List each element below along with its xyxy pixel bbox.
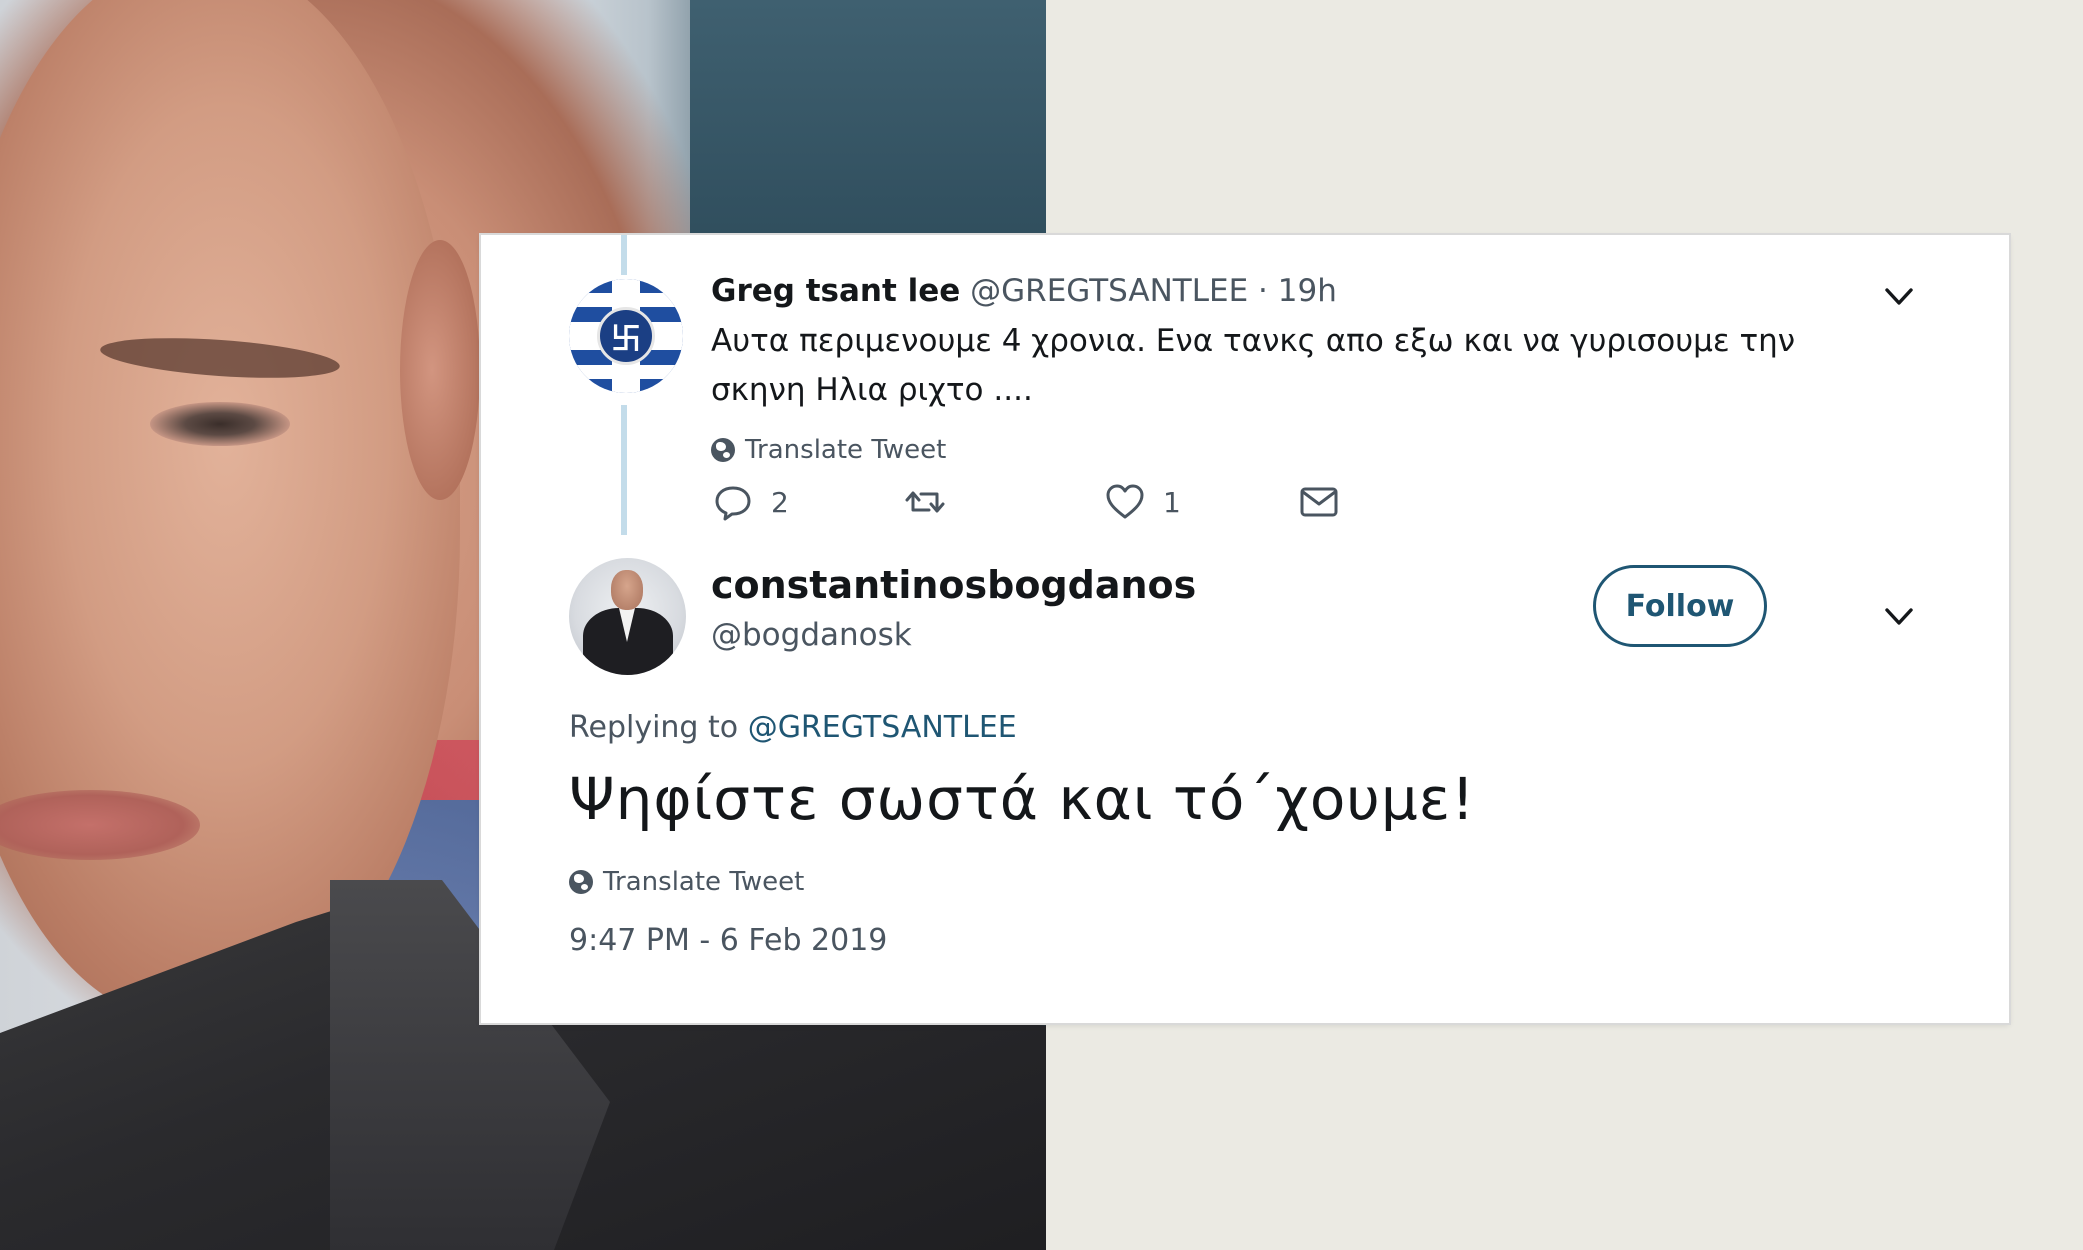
replying-to: Replying to @GREGTSANTLEE — [569, 710, 1017, 745]
avatar-gregtsantlee[interactable]: 卐 — [569, 279, 683, 393]
like-count: 1 — [1163, 485, 1181, 519]
parent-author-handle[interactable]: @GREGTSANTLEE — [970, 273, 1248, 309]
translate-tweet-label: Translate Tweet — [745, 435, 947, 465]
chevron-down-icon[interactable] — [1879, 597, 1919, 637]
reply-tweet-text: Ψηφίστε σωστά και τό΄χουμε! — [569, 765, 1476, 833]
parent-tweet-text: Αυτα περιμενουμε 4 χρονια. Ενα τανκς απο… — [711, 323, 1796, 408]
photo-eye — [150, 402, 290, 446]
heart-icon — [1106, 484, 1144, 519]
reply-button[interactable]: 2 — [711, 480, 789, 524]
like-button[interactable]: 1 — [1103, 480, 1181, 524]
globe-icon — [569, 870, 593, 894]
emblem-icon: 卐 — [597, 307, 655, 365]
reply-icon — [715, 486, 751, 521]
parent-author-name[interactable]: Greg tsant lee — [711, 273, 960, 309]
avatar-bogdanosk[interactable] — [569, 558, 686, 675]
retweet-button[interactable] — [903, 480, 963, 524]
thread-line-lower — [621, 405, 627, 535]
replying-to-label: Replying to — [569, 710, 739, 745]
tweet-timestamp[interactable]: 9:47 PM - 6 Feb 2019 — [569, 923, 887, 958]
reply-author-handle[interactable]: @bogdanosk — [711, 617, 912, 653]
parent-author-row: Greg tsant lee @GREGTSANTLEE · 19h — [711, 273, 1337, 309]
tweet-card: 卐 Greg tsant lee @GREGTSANTLEE · 19h Αυτ… — [481, 235, 2009, 1023]
translate-tweet-link[interactable]: Translate Tweet — [569, 867, 804, 897]
direct-message-button[interactable] — [1297, 480, 1341, 524]
globe-icon — [711, 438, 735, 462]
photo-face — [0, 0, 460, 1020]
follow-button[interactable]: Follow — [1593, 565, 1767, 647]
translate-tweet-link[interactable]: Translate Tweet — [711, 435, 946, 465]
thread-line — [621, 235, 627, 275]
avatar-figure-head — [611, 570, 643, 610]
photo-ear — [400, 240, 480, 500]
reply-count: 2 — [771, 485, 789, 519]
reply-author-name[interactable]: constantinosbogdanos — [711, 563, 1196, 607]
retweet-icon — [905, 491, 945, 513]
parent-separator: · — [1258, 273, 1268, 309]
envelope-icon — [1300, 487, 1338, 517]
parent-time-ago[interactable]: 19h — [1278, 273, 1337, 309]
replying-to-mention[interactable]: @GREGTSANTLEE — [748, 710, 1017, 745]
tweet-actions: 2 1 — [711, 480, 1411, 536]
chevron-down-icon[interactable] — [1879, 277, 1919, 317]
translate-tweet-label: Translate Tweet — [603, 867, 805, 897]
